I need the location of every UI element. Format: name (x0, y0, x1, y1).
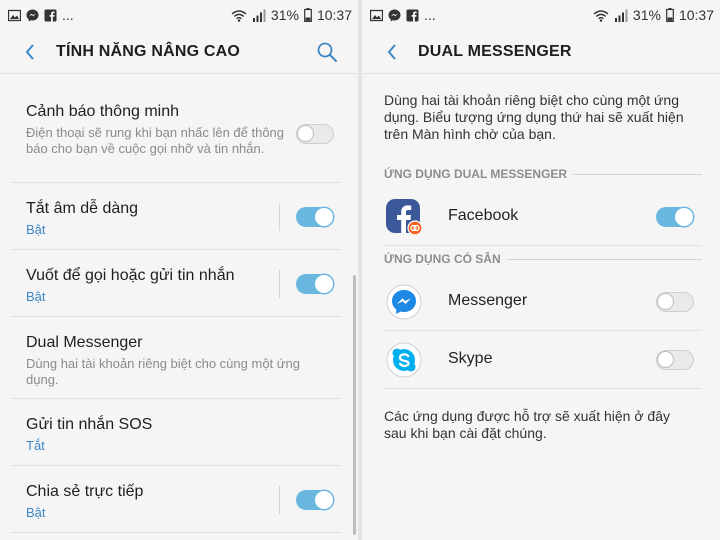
messenger-app-icon (386, 284, 422, 320)
wifi-icon (593, 9, 609, 22)
battery-icon (666, 8, 674, 22)
setting-status: Bật (26, 289, 46, 304)
back-arrow-icon (387, 43, 396, 60)
setting-title: Dual Messenger (26, 334, 143, 351)
swipe-to-call-toggle[interactable] (296, 274, 334, 294)
advanced-features-screen: ... 31% 10:37 TÍNH NĂNG NÂNG CAO Cảnh bá… (0, 0, 358, 540)
signal-icon (614, 9, 628, 22)
scrollbar[interactable] (353, 275, 356, 535)
direct-share-toggle[interactable] (296, 490, 334, 510)
page-title: TÍNH NĂNG NÂNG CAO (56, 42, 241, 60)
setting-title: Tắt âm dễ dàng (26, 200, 139, 217)
setting-direct-share[interactable]: Chia sẻ trực tiếp Bật (10, 466, 342, 533)
more-notifications: ... (62, 7, 74, 23)
footer-text: Các ứng dụng được hỗ trợ sẽ xuất hiện ở … (384, 408, 670, 441)
facebook-notification-icon (406, 9, 419, 21)
section-label: ỨNG DỤNG DUAL MESSENGER (384, 167, 568, 181)
back-button[interactable] (382, 42, 402, 62)
gallery-icon (370, 9, 383, 21)
clock: 10:37 (316, 7, 352, 23)
setting-status: Bật (26, 222, 46, 237)
battery-percent: 31% (270, 7, 299, 23)
back-button[interactable] (20, 42, 40, 62)
setting-dual-messenger[interactable]: Dual Messenger Dùng hai tài khoản riêng … (10, 317, 342, 399)
section-line (573, 173, 702, 175)
divider (279, 486, 280, 514)
app-row-messenger[interactable]: Messenger (384, 273, 702, 331)
battery-percent: 31% (632, 7, 661, 23)
gallery-icon (8, 9, 21, 21)
facebook-notification-icon (44, 9, 57, 21)
app-name: Skype (448, 350, 493, 367)
app-bar: TÍNH NĂNG NÂNG CAO (0, 30, 358, 74)
signal-icon (252, 9, 266, 22)
search-icon[interactable] (316, 41, 338, 63)
setting-smart-alert[interactable]: Cảnh báo thông minh Điện thoại sẽ rung k… (10, 86, 342, 183)
page-title: DUAL MESSENGER (418, 42, 572, 60)
section-header-available-apps: ỨNG DỤNG CÓ SẴN (384, 252, 702, 266)
battery-icon (304, 8, 312, 22)
smart-alert-toggle[interactable] (296, 124, 334, 144)
facebook-app-icon (386, 199, 422, 235)
app-row-skype[interactable]: Skype (384, 331, 702, 389)
section-header-dual-apps: ỨNG DỤNG DUAL MESSENGER (384, 167, 702, 181)
messenger-notification-icon (388, 9, 401, 21)
divider (279, 203, 280, 231)
section-line (506, 258, 702, 260)
app-name: Messenger (448, 292, 528, 309)
setting-status: Tắt (26, 438, 45, 453)
dual-messenger-screen: ... 31% 10:37 DUAL MESSENGER Dùng hai tà… (362, 0, 720, 540)
status-bar: ... 31% 10:37 (362, 0, 720, 30)
app-row-facebook[interactable]: Facebook (384, 188, 702, 246)
app-name: Facebook (448, 207, 519, 224)
skype-app-icon (386, 342, 422, 378)
setting-send-sos[interactable]: Gửi tin nhắn SOS Tắt (10, 399, 342, 466)
divider (279, 270, 280, 298)
setting-title: Cảnh báo thông minh (26, 103, 179, 120)
setting-swipe-to-call[interactable]: Vuốt để gọi hoặc gửi tin nhắn Bật (10, 250, 342, 317)
wifi-icon (231, 9, 247, 22)
setting-status: Bật (26, 505, 46, 520)
skype-toggle[interactable] (656, 350, 694, 370)
messenger-notification-icon (26, 9, 39, 21)
clock: 10:37 (678, 7, 714, 23)
messenger-toggle[interactable] (656, 292, 694, 312)
status-bar: ... 31% 10:37 (0, 0, 358, 30)
section-label: ỨNG DỤNG CÓ SẴN (384, 252, 501, 266)
intro-text: Dùng hai tài khoản riêng biệt cho cùng m… (384, 92, 684, 142)
settings-list: Cảnh báo thông minh Điện thoại sẽ rung k… (10, 86, 342, 533)
setting-title: Vuốt để gọi hoặc gửi tin nhắn (26, 267, 235, 284)
setting-description: Điện thoại sẽ rung khi bạn nhấc lên để t… (26, 125, 285, 156)
setting-title: Chia sẻ trực tiếp (26, 483, 144, 500)
back-arrow-icon (25, 43, 34, 60)
easy-mute-toggle[interactable] (296, 207, 334, 227)
setting-title: Gửi tin nhắn SOS (26, 416, 153, 433)
more-notifications: ... (424, 7, 436, 23)
setting-description: Dùng hai tài khoản riêng biệt cho cùng m… (26, 356, 300, 387)
app-bar: DUAL MESSENGER (362, 30, 720, 74)
setting-easy-mute[interactable]: Tắt âm dễ dàng Bật (10, 183, 342, 250)
facebook-toggle[interactable] (656, 207, 694, 227)
